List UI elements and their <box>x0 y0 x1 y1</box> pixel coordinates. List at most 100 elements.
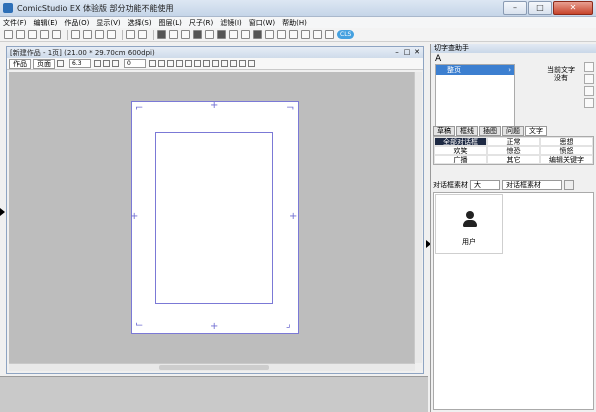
corner-mark-tr: ¬ <box>286 103 295 114</box>
horizontal-scrollbar[interactable] <box>9 363 415 371</box>
category-edit-keyword[interactable]: 编辑关键字 <box>540 155 593 164</box>
navigator-icon[interactable] <box>193 30 202 39</box>
menu-ruler[interactable]: 尺子(R) <box>189 18 213 28</box>
search-icon[interactable] <box>313 30 322 39</box>
tab-illustration[interactable]: 插图 <box>479 126 501 136</box>
material-item-user[interactable]: 用户 <box>435 194 503 254</box>
category-select[interactable]: 对话框素材 <box>502 179 562 190</box>
open-icon[interactable] <box>16 30 25 39</box>
redo-icon[interactable] <box>138 30 147 39</box>
undo-icon[interactable] <box>126 30 135 39</box>
side-button-4[interactable] <box>584 98 594 108</box>
category-thought[interactable]: 思想 <box>540 137 593 146</box>
crop-mark-left: + <box>130 211 139 222</box>
category-all-dialog[interactable]: 全部对话框 <box>434 137 487 146</box>
rotate-left-icon[interactable] <box>112 60 119 67</box>
status-note: 当前文字 没有 <box>547 66 575 82</box>
grid-toggle-icon[interactable] <box>203 60 210 67</box>
collapse-left-icon[interactable] <box>0 208 5 216</box>
tab-frame[interactable]: 框线 <box>456 126 478 136</box>
tab-work[interactable]: 作品 <box>9 58 31 69</box>
crop-icon[interactable] <box>185 60 192 67</box>
material-tabs: 草稿 框线 插图 问题 文字 <box>433 126 548 136</box>
menu-select[interactable]: 选择(S) <box>128 18 152 28</box>
grid-icon[interactable] <box>277 30 286 39</box>
print-icon[interactable] <box>52 30 61 39</box>
fit-page-icon[interactable] <box>103 60 110 67</box>
ruler-icon[interactable] <box>289 30 298 39</box>
menu-filter[interactable]: 滤镜(I) <box>220 18 242 28</box>
zoom-in-icon[interactable] <box>94 60 101 67</box>
guide-icon[interactable] <box>212 60 219 67</box>
minimize-button[interactable]: – <box>503 1 527 15</box>
close-button[interactable]: ✕ <box>553 1 593 15</box>
category-laugh[interactable]: 欢笑 <box>434 146 487 155</box>
menu-view[interactable]: 显示(V) <box>96 18 120 28</box>
layer-icon[interactable] <box>157 30 166 39</box>
perspective-icon[interactable] <box>221 60 228 67</box>
manuscript-page[interactable]: + + + + ⌐ ¬ ⌙ ⌟ <box>130 100 299 334</box>
category-anger[interactable]: 愤怒 <box>540 146 593 155</box>
menu-edit[interactable]: 编辑(E) <box>34 18 58 28</box>
tab-question[interactable]: 问题 <box>502 126 524 136</box>
frame-icon[interactable] <box>194 60 201 67</box>
zoom-out-icon[interactable] <box>57 60 64 67</box>
new-icon[interactable] <box>4 30 13 39</box>
category-normal[interactable]: 正常 <box>487 137 540 146</box>
color-icon[interactable] <box>301 30 310 39</box>
info-icon[interactable] <box>229 30 238 39</box>
delete-icon[interactable] <box>107 30 116 39</box>
maximize-button[interactable]: □ <box>528 1 552 15</box>
side-button-1[interactable] <box>584 62 594 72</box>
history-icon[interactable] <box>241 30 250 39</box>
horizontal-scroll-thumb[interactable] <box>159 365 269 370</box>
menu-work[interactable]: 作品(O) <box>64 18 89 28</box>
options-button[interactable] <box>564 179 574 190</box>
tool-icon[interactable] <box>181 30 190 39</box>
brush-icon[interactable] <box>265 30 274 39</box>
crop-mark-top: + <box>210 100 219 111</box>
cls-badge[interactable]: CLS <box>337 30 355 39</box>
tab-draft[interactable]: 草稿 <box>433 126 455 136</box>
save-all-icon[interactable] <box>40 30 49 39</box>
flip-horizontal-icon[interactable] <box>158 60 165 67</box>
rotation-field[interactable]: 0 <box>124 59 146 68</box>
help-icon[interactable] <box>325 30 334 39</box>
paste-icon[interactable] <box>95 30 104 39</box>
action-icon[interactable] <box>253 30 262 39</box>
snap-icon[interactable] <box>230 60 237 67</box>
zoom-field[interactable]: 6.3 <box>69 59 91 68</box>
side-buttons <box>584 62 594 110</box>
menu-layer[interactable]: 图层(L) <box>159 18 182 28</box>
menu-help[interactable]: 帮助(H) <box>282 18 307 28</box>
ruler-corner-icon[interactable] <box>176 60 183 67</box>
tab-text[interactable]: 文字 <box>525 126 547 136</box>
side-button-3[interactable] <box>584 86 594 96</box>
vertical-scrollbar[interactable] <box>414 72 422 363</box>
list-item[interactable]: 整页 › <box>436 65 514 75</box>
menu-file[interactable]: 文件(F) <box>3 18 27 28</box>
category-fear[interactable]: 惊恐 <box>487 146 540 155</box>
menu-window[interactable]: 窗口(W) <box>249 18 275 28</box>
copy-icon[interactable] <box>83 30 92 39</box>
corner-mark-tl: ⌐ <box>135 103 144 114</box>
lock-icon[interactable] <box>239 60 246 67</box>
category-other[interactable]: 其它 <box>487 155 540 164</box>
category-broadcast[interactable]: 广播 <box>434 155 487 164</box>
tab-page[interactable]: 页面 <box>33 58 55 69</box>
page-icon[interactable] <box>169 30 178 39</box>
canvas-area[interactable]: + + + + ⌐ ¬ ⌙ ⌟ <box>9 72 415 363</box>
size-select[interactable]: 大 <box>470 179 500 190</box>
property-icon[interactable] <box>205 30 214 39</box>
doc-close-button[interactable]: ✕ <box>413 48 421 56</box>
view-icon[interactable] <box>248 60 255 67</box>
doc-minimize-button[interactable]: – <box>393 48 401 56</box>
rotate-right-icon[interactable] <box>149 60 156 67</box>
material-icon[interactable] <box>217 30 226 39</box>
side-button-2[interactable] <box>584 74 594 84</box>
doc-maximize-button[interactable]: □ <box>403 48 411 56</box>
cut-icon[interactable] <box>71 30 80 39</box>
crop-mark-bottom: + <box>210 321 219 332</box>
save-icon[interactable] <box>28 30 37 39</box>
flip-vertical-icon[interactable] <box>167 60 174 67</box>
